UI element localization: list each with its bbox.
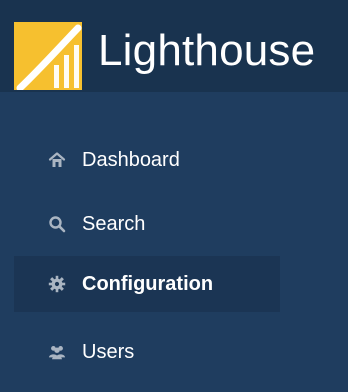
nav-item-label: Configuration: [82, 272, 214, 295]
search-icon: [48, 215, 66, 233]
nav-item-configuration[interactable]: Configuration: [14, 256, 280, 312]
nav-item-search[interactable]: Search: [0, 196, 348, 252]
users-icon: [48, 343, 66, 361]
nav-item-label: Search: [82, 212, 146, 235]
brand-title: Lighthouse: [98, 26, 316, 75]
sidebar: Lighthouse Dashboard Search Configuratio…: [0, 0, 348, 392]
nav-item-label: Users: [82, 340, 135, 363]
gear-icon: [48, 275, 66, 293]
brand-header[interactable]: Lighthouse: [0, 0, 348, 92]
home-icon: [48, 151, 66, 169]
lighthouse-logo-icon: [14, 22, 82, 90]
nav-item-dashboard[interactable]: Dashboard: [0, 132, 348, 188]
nav-item-label: Dashboard: [82, 148, 180, 171]
nav-item-users[interactable]: Users: [0, 324, 348, 380]
